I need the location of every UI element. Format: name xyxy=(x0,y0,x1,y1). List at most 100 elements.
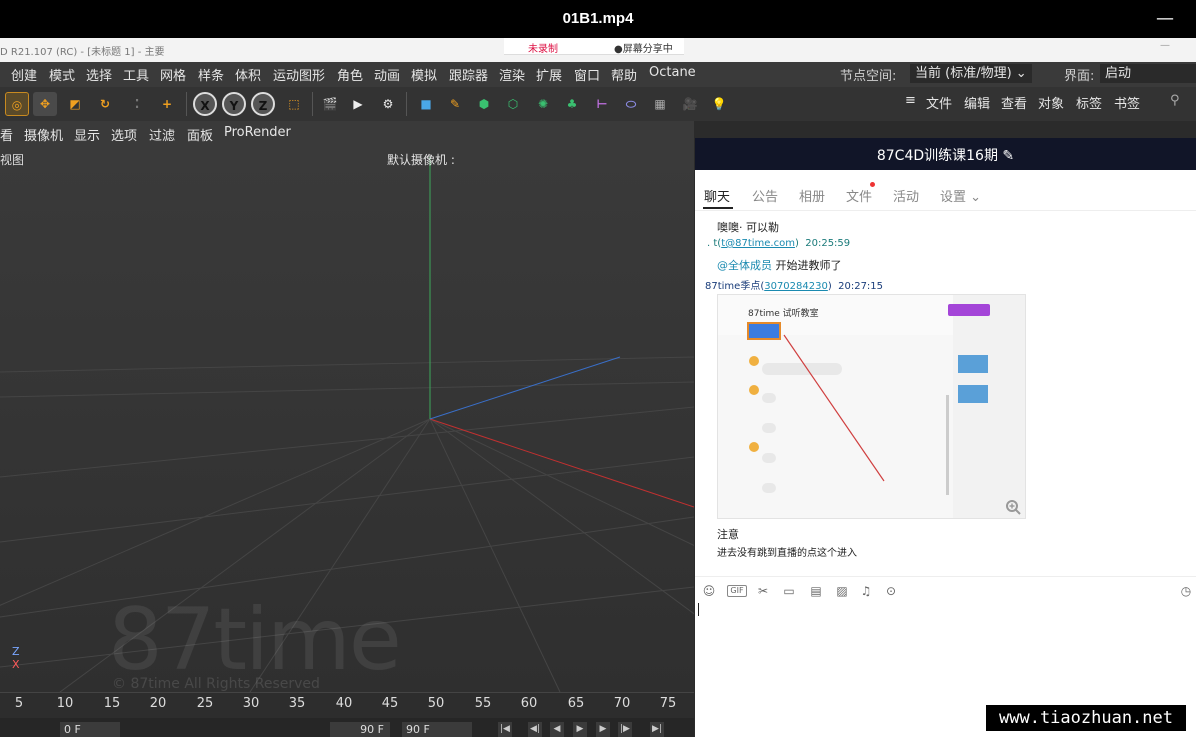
vp-menu-view[interactable]: 看 xyxy=(0,125,13,144)
floor-icon[interactable]: ▦ xyxy=(648,92,672,116)
hamburger-icon[interactable]: ≡ xyxy=(905,93,916,108)
play-icon[interactable]: ▶ xyxy=(573,722,587,737)
gif-icon[interactable]: GIF xyxy=(727,585,747,597)
end-frame-field[interactable]: 90 F xyxy=(330,722,390,737)
om-menu-view[interactable]: 查看 xyxy=(1001,93,1027,112)
pen-spline-icon[interactable]: ✎ xyxy=(443,92,467,116)
go-to-end-icon[interactable]: ▶| xyxy=(650,722,664,737)
tab-activity[interactable]: 活动 xyxy=(893,186,919,205)
menu-mode[interactable]: 模式 xyxy=(49,65,75,84)
player-minimize-button[interactable]: — xyxy=(1156,9,1174,29)
node-space-select[interactable]: 当前 (标准/物理) ⌄ xyxy=(910,64,1032,83)
start-frame-field[interactable]: 0 F xyxy=(60,722,120,737)
max-frame-field[interactable]: 90 F xyxy=(402,722,472,737)
go-to-start-icon[interactable]: |◀ xyxy=(498,722,512,737)
extrude-icon[interactable]: ⬡ xyxy=(501,92,525,116)
next-key-icon[interactable]: |▶ xyxy=(618,722,632,737)
menu-volume[interactable]: 体积 xyxy=(235,65,261,84)
vp-menu-display[interactable]: 显示 xyxy=(74,125,100,144)
screen-share-status[interactable]: ●屏幕分享中 xyxy=(614,40,673,55)
om-menu-tags[interactable]: 标签 xyxy=(1076,93,1102,112)
camera-label: 默认摄像机 : xyxy=(387,153,455,167)
template-icon[interactable]: ▤ xyxy=(809,584,823,598)
tab-chat[interactable]: 聊天 xyxy=(704,186,730,205)
vp-menu-filter[interactable]: 过滤 xyxy=(149,125,175,144)
z-axis-lock-icon[interactable]: Z xyxy=(251,92,275,116)
om-menu-file[interactable]: 文件 xyxy=(926,93,952,112)
menu-extensions[interactable]: 扩展 xyxy=(536,65,562,84)
light-icon[interactable]: 💡 xyxy=(707,92,731,116)
menu-render[interactable]: 渲染 xyxy=(499,65,525,84)
render-picture-viewer-icon[interactable]: ▶ xyxy=(346,92,370,116)
tab-announcement[interactable]: 公告 xyxy=(752,186,778,205)
recording-status[interactable]: 未录制 xyxy=(528,40,558,55)
menu-select[interactable]: 选择 xyxy=(86,65,112,84)
vp-menu-cameras[interactable]: 摄像机 xyxy=(24,125,63,144)
deformer-icon[interactable]: ⊢ xyxy=(590,92,614,116)
scissors-icon[interactable]: ✂ xyxy=(756,584,770,598)
rotate-tool-icon[interactable]: ↻ xyxy=(93,92,117,116)
world-coordinates-icon[interactable]: ⬚ xyxy=(282,92,306,116)
menu-octane[interactable]: Octane xyxy=(649,65,696,80)
more-icon[interactable]: ⊙ xyxy=(884,584,898,598)
cube-icon[interactable]: ■ xyxy=(414,92,438,116)
chat-input-toolbar xyxy=(695,576,1196,605)
render-view-icon[interactable]: 🎬 xyxy=(318,92,342,116)
om-menu-edit[interactable]: 编辑 xyxy=(964,93,990,112)
vp-menu-options[interactable]: 选项 xyxy=(111,125,137,144)
next-frame-icon[interactable]: ▶ xyxy=(596,722,610,737)
previous-frame-icon[interactable]: ◀ xyxy=(550,722,564,737)
chevron-down-icon: ⌄ xyxy=(1015,66,1027,81)
bell-icon[interactable]: ♫ xyxy=(859,584,873,598)
menu-character[interactable]: 角色 xyxy=(337,65,363,84)
edit-icon[interactable]: ✎ xyxy=(1002,148,1014,164)
move-tool-icon[interactable]: ✥ xyxy=(33,92,57,116)
om-menu-objects[interactable]: 对象 xyxy=(1038,93,1064,112)
om-menu-bookmarks[interactable]: 书签 xyxy=(1114,93,1140,112)
menu-tracker[interactable]: 跟踪器 xyxy=(449,65,488,84)
node-space-value: 当前 (标准/物理) xyxy=(915,66,1012,81)
image-icon[interactable]: ▨ xyxy=(835,584,849,598)
chat-message-sender: 87time季点(3070284230) 20:27:15 xyxy=(705,277,883,292)
menu-tools[interactable]: 工具 xyxy=(123,65,149,84)
emoji-icon[interactable]: ☺ xyxy=(702,584,716,598)
folder-icon[interactable]: ▭ xyxy=(782,584,796,598)
menu-simulate[interactable]: 模拟 xyxy=(411,65,437,84)
sender-suffix: ) xyxy=(794,238,799,249)
subdivision-icon[interactable]: ⬢ xyxy=(472,92,496,116)
coordinate-tool-icon[interactable]: + xyxy=(155,92,179,116)
history-icon[interactable]: ◷ xyxy=(1179,584,1193,598)
mograph-icon[interactable]: ♣ xyxy=(560,92,584,116)
field-icon[interactable]: ⬭ xyxy=(619,92,643,116)
recent-tool-icon[interactable]: ⁚ xyxy=(125,92,149,116)
vp-menu-panel[interactable]: 面板 xyxy=(187,125,213,144)
camera-icon[interactable]: 🎥 xyxy=(678,92,702,116)
y-axis-lock-icon[interactable]: Y xyxy=(222,92,246,116)
render-settings-icon[interactable]: ⚙ xyxy=(376,92,400,116)
menu-mograph[interactable]: 运动图形 xyxy=(273,65,325,84)
interface-select[interactable]: 启动 xyxy=(1100,64,1196,83)
files-unread-dot xyxy=(870,182,875,187)
vp-menu-prorender[interactable]: ProRender xyxy=(224,125,291,140)
tab-album[interactable]: 相册 xyxy=(799,186,825,205)
previous-key-icon[interactable]: ◀| xyxy=(528,722,542,737)
tab-settings[interactable]: 设置 ⌄ xyxy=(940,186,981,205)
cloner-icon[interactable]: ✺ xyxy=(531,92,555,116)
menu-mesh[interactable]: 网格 xyxy=(160,65,186,84)
x-axis-lock-icon[interactable]: X xyxy=(193,92,217,116)
mention-all[interactable]: @全体成员 xyxy=(717,259,772,272)
zoom-in-icon[interactable] xyxy=(1005,499,1021,515)
menu-help[interactable]: 帮助 xyxy=(611,65,637,84)
scale-tool-icon[interactable]: ◩ xyxy=(63,92,87,116)
select-tool-icon[interactable]: ◎ xyxy=(5,92,29,116)
sender-link[interactable]: 3070284230 xyxy=(764,281,828,292)
menu-create[interactable]: 创建 xyxy=(11,65,37,84)
search-icon[interactable]: ⚲ xyxy=(1170,93,1180,108)
menu-window[interactable]: 窗口 xyxy=(574,65,600,84)
c4d-minimize-button[interactable]: — xyxy=(1160,40,1170,51)
sender-link[interactable]: t@87time.com xyxy=(721,238,795,249)
menu-animate[interactable]: 动画 xyxy=(374,65,400,84)
menu-spline[interactable]: 样条 xyxy=(198,65,224,84)
tab-files[interactable]: 文件 xyxy=(846,186,872,205)
site-watermark: www.tiaozhuan.net xyxy=(986,705,1186,731)
